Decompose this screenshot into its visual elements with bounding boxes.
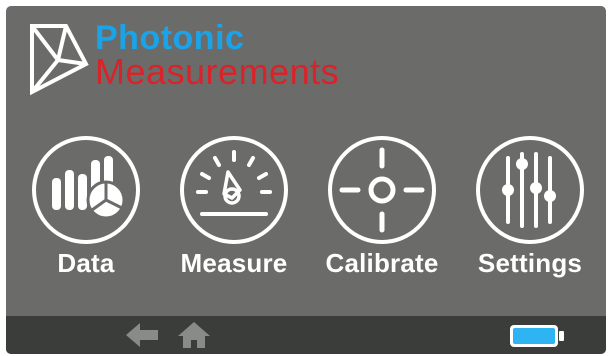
measure-label: Measure	[180, 248, 288, 278]
measure-button[interactable]: Measure	[164, 134, 304, 294]
crosshair-icon	[328, 136, 436, 244]
device-screen: Photonic Measurements Data Measure Calib…	[6, 6, 606, 354]
home-icon[interactable]	[176, 320, 212, 350]
data-button[interactable]: Data	[16, 134, 156, 294]
back-arrow-icon[interactable]	[124, 320, 162, 350]
settings-button[interactable]: Settings	[460, 134, 600, 294]
data-charts-icon	[32, 136, 140, 244]
photonic-logo-icon	[30, 24, 89, 96]
data-label: Data	[57, 248, 115, 278]
footer-bar	[6, 316, 606, 354]
calibrate-label: Calibrate	[325, 248, 439, 278]
sliders-icon	[476, 136, 584, 244]
gauge-icon	[180, 136, 288, 244]
settings-label: Settings	[477, 248, 583, 278]
battery-icon	[510, 325, 564, 347]
brand-name-line2: Measurements	[95, 51, 340, 92]
calibrate-button[interactable]: Calibrate	[312, 134, 452, 294]
